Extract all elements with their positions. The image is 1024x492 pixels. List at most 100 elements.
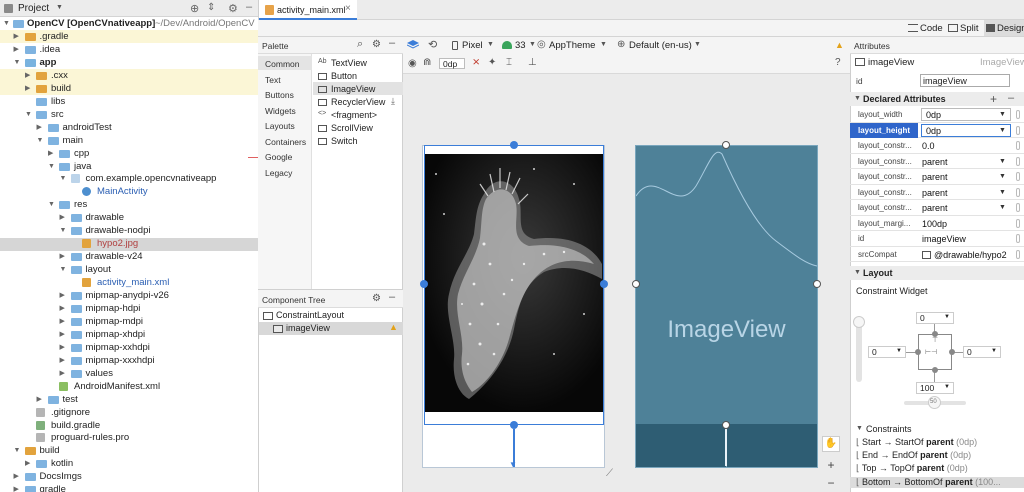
tree-item-label[interactable]: drawable	[86, 211, 125, 224]
tree-item-label[interactable]: kotlin	[51, 457, 73, 470]
attribute-binding-icon[interactable]	[1016, 172, 1020, 181]
minimize-icon[interactable]: –	[246, 1, 252, 13]
resize-handle-icon[interactable]: ⟋	[606, 468, 613, 479]
palette-category[interactable]: Buttons	[265, 90, 294, 100]
chevron-down-icon[interactable]: ▼	[529, 41, 536, 48]
attribute-binding-icon[interactable]	[1016, 110, 1020, 119]
palette-category[interactable]: Widgets	[265, 106, 296, 116]
collapse-arrow[interactable]: ▶	[60, 328, 65, 341]
tree-item-label[interactable]: drawable-v24	[86, 250, 143, 263]
margin-top-field[interactable]: 0 ▼	[916, 312, 954, 324]
palette-item[interactable]: TextView	[331, 58, 367, 68]
collapse-arrow[interactable]: ▶	[60, 341, 65, 354]
attribute-binding-icon[interactable]	[1016, 203, 1020, 212]
device-selector[interactable]: Pixel	[462, 40, 483, 51]
clear-constraints-icon[interactable]: ⨯	[472, 57, 480, 68]
tree-item-label[interactable]: build.gradle	[51, 419, 100, 432]
attribute-row[interactable]: layout_constr... parent ▼	[850, 154, 1024, 169]
chevron-down-icon[interactable]: ▼	[999, 173, 1006, 180]
expand-arrow[interactable]: ▼	[14, 444, 21, 457]
margin-left-field[interactable]: 0 ▼	[868, 346, 906, 358]
attribute-row[interactable]: layout_constr... parent ▼	[850, 200, 1024, 216]
tree-item-label[interactable]: .idea	[40, 43, 61, 56]
tree-item-label[interactable]: gradle	[40, 483, 66, 492]
collapse-arrow[interactable]: ▶	[60, 302, 65, 315]
chevron-down-icon[interactable]: ▼	[600, 41, 607, 48]
layers-icon[interactable]	[407, 40, 419, 50]
palette-item[interactable]: <fragment>	[331, 110, 377, 120]
attribute-binding-icon[interactable]	[1016, 218, 1020, 228]
selection-handle-right[interactable]	[600, 280, 608, 288]
selection-handle-top[interactable]	[510, 141, 518, 149]
tree-item-label[interactable]: layout	[86, 263, 111, 276]
blueprint-image-view[interactable]: ImageView	[636, 146, 817, 424]
api-selector[interactable]: 33	[515, 40, 526, 51]
tree-item-label[interactable]: drawable-nodpi	[86, 224, 151, 237]
declared-attributes-header[interactable]: ▼ Declared Attributes + –	[850, 92, 1024, 106]
gear-icon[interactable]: ⚙	[228, 2, 238, 15]
tree-item-label[interactable]: java	[74, 160, 91, 173]
tree-item-label[interactable]: com.example.opencvnativeapp	[86, 172, 217, 185]
component-tree-row-imageview[interactable]: imageView ▲	[259, 322, 403, 335]
collapse-all-icon[interactable]: ⇕	[207, 2, 215, 13]
close-icon[interactable]: ×	[345, 3, 351, 14]
tree-item-label[interactable]: build	[51, 82, 71, 95]
palette-item[interactable]: ScrollView	[331, 123, 373, 133]
palette-category[interactable]: Layouts	[265, 121, 295, 131]
collapse-arrow[interactable]: ▶	[25, 457, 30, 470]
collapse-arrow[interactable]: ▶	[48, 147, 53, 160]
orientation-icon[interactable]: ⟲	[428, 38, 437, 51]
constraint-dot-left[interactable]	[915, 349, 921, 355]
attribute-binding-icon[interactable]	[1016, 187, 1020, 197]
palette-item[interactable]: ImageView	[331, 84, 375, 94]
download-icon[interactable]: ⤓	[391, 96, 395, 107]
chevron-down-icon[interactable]: ▼	[999, 158, 1006, 165]
gear-icon[interactable]: ⚙	[372, 39, 381, 50]
blueprint-handle-top[interactable]	[722, 141, 730, 149]
collapse-arrow[interactable]: ▶	[14, 470, 19, 483]
attribute-row[interactable]: layout_constr... parent ▼	[850, 169, 1024, 185]
tree-item-label[interactable]: AndroidManifest.xml	[74, 380, 160, 393]
design-mode-button[interactable]: Design	[984, 20, 1024, 36]
layout-section-header[interactable]: ▼ Layout	[850, 266, 1024, 280]
constraint-row[interactable]: ⌊ Top → TopOf parent (0dp)	[856, 463, 968, 474]
expand-arrow[interactable]: ▼	[14, 56, 21, 69]
palette-category[interactable]: Text	[265, 75, 281, 85]
help-icon[interactable]: ?	[835, 57, 841, 68]
tree-item-label[interactable]: res	[74, 198, 87, 211]
tree-item-label[interactable]: app	[40, 56, 57, 69]
collapse-arrow[interactable]: ▶	[60, 354, 65, 367]
default-margin-field[interactable]: 0dp	[439, 58, 465, 69]
tree-item-label[interactable]: MainActivity	[97, 185, 148, 198]
component-tree-row-constraint[interactable]: ConstraintLayout	[259, 309, 403, 322]
tree-item-label[interactable]: hypo2.jpg	[97, 237, 138, 250]
chevron-down-icon[interactable]: ▼	[999, 127, 1006, 134]
constraint-row[interactable]: ⌊ Start → StartOf parent (0dp)	[856, 437, 977, 448]
chevron-down-icon[interactable]: ▼	[487, 41, 494, 48]
gear-icon[interactable]: ⚙	[372, 293, 381, 304]
palette-category[interactable]: Google	[265, 152, 292, 162]
tree-item-label[interactable]: DocsImgs	[40, 470, 82, 483]
warning-icon[interactable]: ▲	[389, 322, 398, 332]
palette-category[interactable]: Common	[265, 59, 299, 69]
attribute-row[interactable]: id imageView	[850, 231, 1024, 247]
selection-handle-left[interactable]	[420, 280, 428, 288]
attribute-binding-icon[interactable]	[1016, 141, 1020, 150]
attribute-binding-icon[interactable]	[1016, 249, 1020, 259]
editor-tab[interactable]: activity_main.xml ×	[259, 0, 357, 20]
align-icon[interactable]: ⊥	[528, 57, 537, 68]
collapse-arrow[interactable]: ▶	[60, 367, 65, 380]
tree-item-label[interactable]: mipmap-xxxhdpi	[86, 354, 155, 367]
collapse-arrow[interactable]: ▶	[60, 211, 65, 224]
expand-arrow[interactable]: ▼	[60, 263, 67, 276]
collapse-arrow[interactable]: ▶	[60, 289, 65, 302]
zoom-in-button[interactable]: +	[822, 458, 840, 474]
tree-item-label[interactable]: cpp	[74, 147, 89, 160]
collapse-arrow[interactable]: ▶	[25, 69, 30, 82]
expand-arrow[interactable]: ▼	[3, 17, 10, 30]
expand-arrow[interactable]: ▼	[60, 224, 67, 237]
attribute-row[interactable]: layout_width 0dp ▼	[850, 107, 1024, 123]
minimize-icon[interactable]: –	[389, 37, 395, 49]
project-panel-title[interactable]: Project	[18, 3, 49, 14]
constraint-row[interactable]: ⌊ End → EndOf parent (0dp)	[856, 450, 971, 461]
